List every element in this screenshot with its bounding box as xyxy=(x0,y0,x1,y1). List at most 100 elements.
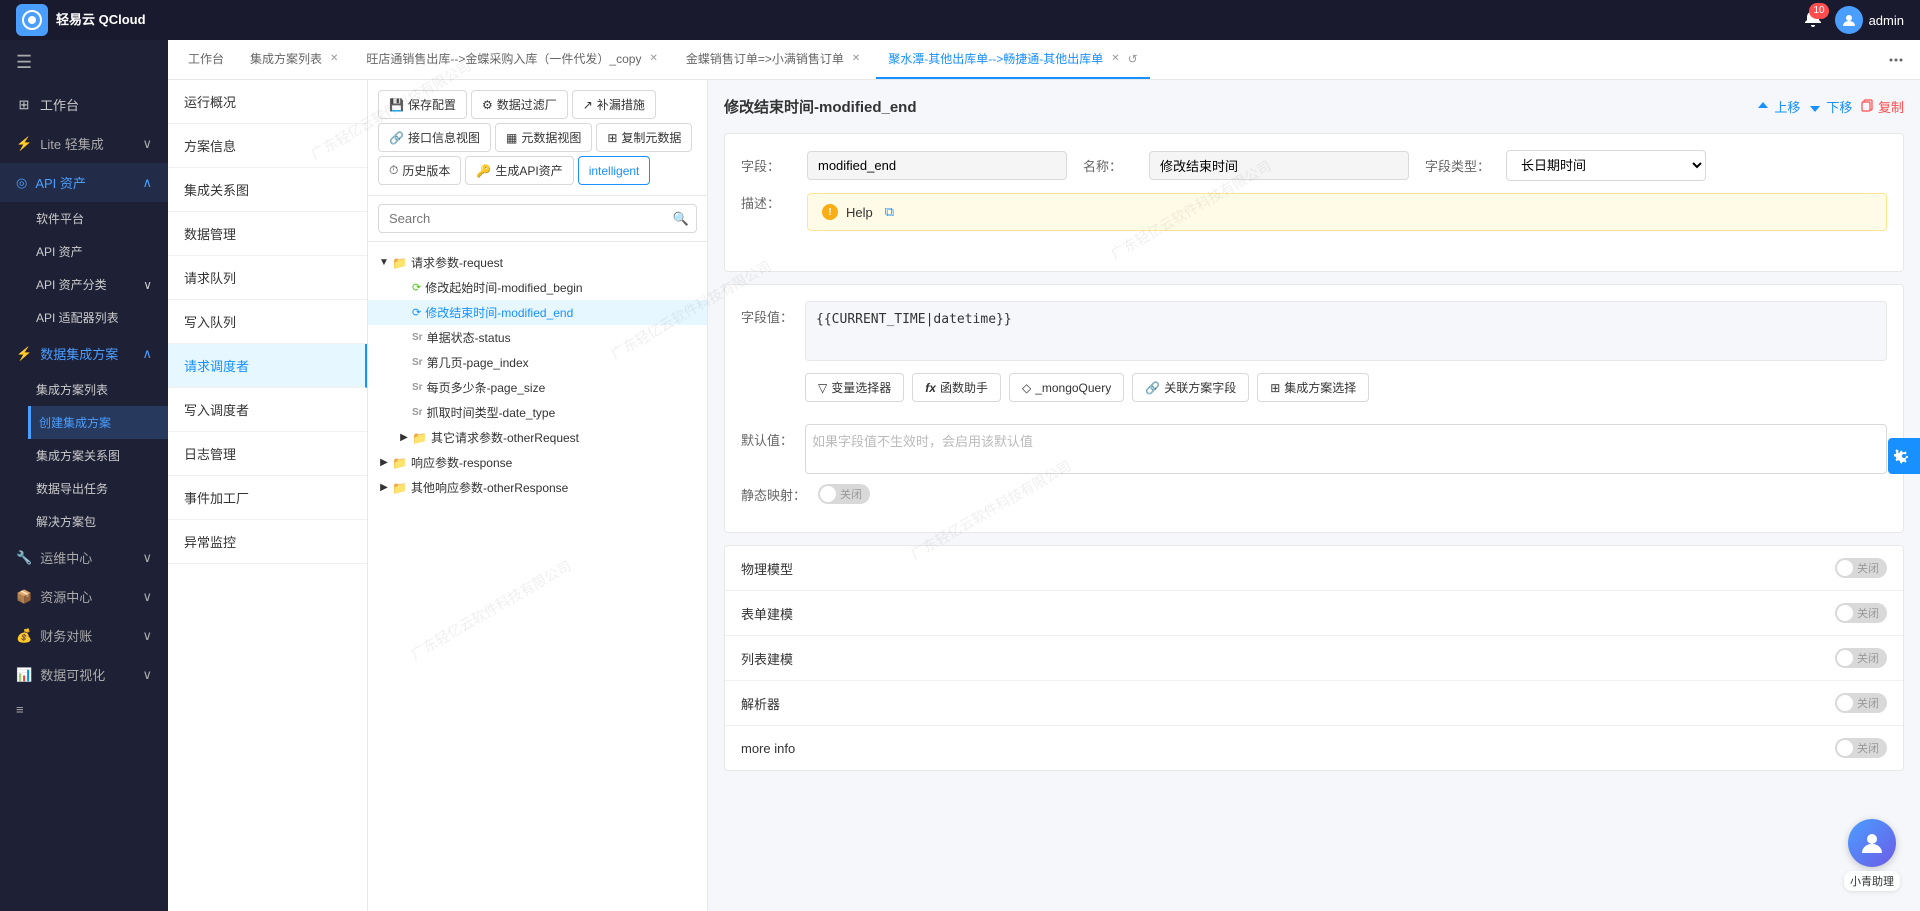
search-input[interactable] xyxy=(378,204,697,233)
copy-meta-button[interactable]: ⊞ 复制元数据 xyxy=(596,123,692,152)
physical-model-switch[interactable]: 关闭 xyxy=(1835,558,1887,578)
history-button[interactable]: ⏱ 历史版本 xyxy=(378,156,461,185)
physical-model-toggle[interactable]: 关闭 xyxy=(1835,558,1887,578)
data-filter-button[interactable]: ⚙ 数据过滤厂 xyxy=(471,90,568,119)
list-build-switch[interactable]: 关闭 xyxy=(1835,648,1887,668)
supplement-button[interactable]: ↗ 补漏措施 xyxy=(572,90,656,119)
sidebar-item-create-integration[interactable]: 创建集成方案 xyxy=(28,406,168,439)
tree-toggle-oreq[interactable]: ▶ xyxy=(396,432,412,443)
more-info-switch[interactable]: 关闭 xyxy=(1835,738,1887,758)
list-build-row[interactable]: 列表建模 关闭 xyxy=(725,636,1903,681)
left-nav-run-overview[interactable]: 运行概况 xyxy=(168,80,367,124)
var-selector-button[interactable]: ▽ 变量选择器 xyxy=(805,373,904,402)
sidebar-item-solution-package[interactable]: 解决方案包 xyxy=(28,505,168,538)
tab-more-button[interactable] xyxy=(1880,40,1912,79)
help-link-icon[interactable]: ⧉ xyxy=(885,204,894,220)
left-nav-integration-graph[interactable]: 集成关系图 xyxy=(168,168,367,212)
left-nav-event-factory[interactable]: 事件加工厂 xyxy=(168,476,367,520)
physical-model-row[interactable]: 物理模型 关闭 xyxy=(725,546,1903,591)
sidebar-item-resource-center[interactable]: 📦 资源中心 ∨ xyxy=(0,577,168,616)
gen-api-button[interactable]: 🔑 生成API资产 xyxy=(465,156,573,185)
field-input[interactable] xyxy=(807,151,1067,180)
sidebar-item-finance[interactable]: 💰 财务对账 ∨ xyxy=(0,616,168,655)
tab-close-integration-list[interactable]: ✕ xyxy=(328,51,340,66)
interface-view-button[interactable]: 🔗 接口信息视图 xyxy=(378,123,491,152)
hamburger-menu[interactable]: ☰ xyxy=(0,40,168,85)
relate-field-button[interactable]: 🔗 关联方案字段 xyxy=(1132,373,1249,402)
sidebar-item-data-integration[interactable]: ⚡ 数据集成方案 ∧ xyxy=(0,334,168,373)
sidebar-bottom-menu[interactable]: ≡ xyxy=(0,694,168,725)
default-value-input[interactable]: 如果字段值不生效时，会启用该默认值 xyxy=(805,424,1887,474)
left-nav-write-queue[interactable]: 写入队列 xyxy=(168,300,367,344)
sidebar-item-data-viz[interactable]: 📊 数据可视化 ∨ xyxy=(0,655,168,694)
sidebar-item-lite[interactable]: ⚡ Lite 轻集成 ∨ xyxy=(0,124,168,163)
tab-jushui-changtong[interactable]: 聚水潭-其他出库单-->畅捷通-其他出库单 ✕ ↺ xyxy=(876,40,1149,79)
tree-node-request-params[interactable]: ▼ 📁 请求参数-request xyxy=(368,250,707,275)
meta-view-button[interactable]: ▦ 元数据视图 xyxy=(495,123,592,152)
tree-node-other-response[interactable]: ▶ 📁 其他响应参数-otherResponse xyxy=(368,475,707,500)
field-value-editor[interactable]: {{CURRENT_TIME|datetime}} xyxy=(805,301,1887,361)
tab-close-jindie[interactable]: ✕ xyxy=(850,51,862,66)
sidebar-item-workspace[interactable]: ⊞ 工作台 xyxy=(0,85,168,124)
tree-node-page-index[interactable]: Sr 第几页-page_index xyxy=(368,350,707,375)
name-input[interactable] xyxy=(1149,151,1409,180)
tree-node-date-type[interactable]: Sr 抓取时间类型-date_type xyxy=(368,400,707,425)
form-build-switch[interactable]: 关闭 xyxy=(1835,603,1887,623)
user-area[interactable]: admin xyxy=(1835,6,1904,34)
left-nav-plan-info[interactable]: 方案信息 xyxy=(168,124,367,168)
more-info-toggle[interactable]: 关闭 xyxy=(1835,738,1887,758)
small-qing-assistant[interactable]: 小青助理 xyxy=(1844,819,1900,891)
tree-toggle-oresp[interactable]: ▶ xyxy=(376,482,392,493)
sidebar-item-api-assets-sub[interactable]: API 资产 xyxy=(28,235,168,268)
tab-workspace[interactable]: 工作台 xyxy=(176,40,236,79)
tab-jindie-xiaoman[interactable]: 金蝶销售订单=>小满销售订单 ✕ xyxy=(674,40,874,79)
sidebar-item-integration-relations[interactable]: 集成方案关系图 xyxy=(28,439,168,472)
tree-toggle-request[interactable]: ▼ xyxy=(376,257,392,268)
tree-node-status[interactable]: Sr 单据状态-status xyxy=(368,325,707,350)
static-mapping-toggle[interactable]: 关闭 xyxy=(818,484,870,504)
left-nav-write-dispatcher[interactable]: 写入调度者 xyxy=(168,388,367,432)
down-move-button[interactable]: 下移 xyxy=(1808,97,1852,116)
tab-close-jushui[interactable]: ✕ xyxy=(1109,51,1121,66)
more-info-row[interactable]: more info 关闭 xyxy=(725,726,1903,770)
left-nav-exception-monitor[interactable]: 异常监控 xyxy=(168,520,367,564)
tab-refresh-icon[interactable]: ↺ xyxy=(1128,52,1138,66)
left-nav-data-management[interactable]: 数据管理 xyxy=(168,212,367,256)
sidebar-item-api-adapter[interactable]: API 适配器列表 xyxy=(28,301,168,334)
sidebar-item-data-export[interactable]: 数据导出任务 xyxy=(28,472,168,505)
mongo-query-button[interactable]: ◇ _mongoQuery xyxy=(1009,373,1124,402)
list-build-toggle[interactable]: 关闭 xyxy=(1835,648,1887,668)
parser-toggle[interactable]: 关闭 xyxy=(1835,693,1887,713)
sidebar-item-software-platform[interactable]: 软件平台 xyxy=(28,202,168,235)
tree-node-modified-end[interactable]: ⟳ 修改结束时间-modified_end xyxy=(368,300,707,325)
tab-wangdian-copy[interactable]: 旺店通销售出库-->金蝶采购入库（一件代发）_copy ✕ xyxy=(354,40,671,79)
integration-select-button[interactable]: ⊞ 集成方案选择 xyxy=(1257,373,1369,402)
left-nav-request-queue[interactable]: 请求队列 xyxy=(168,256,367,300)
tree-node-other-request[interactable]: ▶ 📁 其它请求参数-otherRequest xyxy=(368,425,707,450)
left-nav-log-management[interactable]: 日志管理 xyxy=(168,432,367,476)
type-select[interactable]: 长日期时间 字符串 整数 日期 xyxy=(1506,150,1706,181)
tab-close-wangdian[interactable]: ✕ xyxy=(647,51,659,66)
intelligent-button[interactable]: intelligent xyxy=(578,156,651,185)
form-build-row[interactable]: 表单建模 关闭 xyxy=(725,591,1903,636)
sidebar-item-api-assets[interactable]: ◎ API 资产 ∧ xyxy=(0,163,168,202)
tree-node-modified-begin[interactable]: ⟳ 修改起始时间-modified_begin xyxy=(368,275,707,300)
left-nav-request-dispatcher[interactable]: 请求调度者 xyxy=(168,344,367,388)
sidebar-item-api-category[interactable]: API 资产分类 ∨ xyxy=(28,268,168,301)
up-move-button[interactable]: 上移 xyxy=(1756,97,1800,116)
tab-integration-list[interactable]: 集成方案列表 ✕ xyxy=(238,40,352,79)
func-helper-button[interactable]: fx 函数助手 xyxy=(912,373,1001,402)
save-config-button[interactable]: 💾 保存配置 xyxy=(378,90,467,119)
sidebar-item-ops-center[interactable]: 🔧 运维中心 ∨ xyxy=(0,538,168,577)
notification-button[interactable]: 10 xyxy=(1803,9,1823,32)
tree-node-response[interactable]: ▶ 📁 响应参数-response xyxy=(368,450,707,475)
copy-action-button[interactable]: 复制 xyxy=(1860,97,1904,116)
tree-toggle-resp[interactable]: ▶ xyxy=(376,457,392,468)
parser-row[interactable]: 解析器 关闭 xyxy=(725,681,1903,726)
form-build-toggle[interactable]: 关闭 xyxy=(1835,603,1887,623)
settings-fab-button[interactable] xyxy=(1888,438,1920,474)
tree-node-page-size[interactable]: Sr 每页多少条-page_size xyxy=(368,375,707,400)
sidebar-item-integration-list[interactable]: 集成方案列表 xyxy=(28,373,168,406)
search-icon[interactable]: 🔍 xyxy=(673,211,689,227)
parser-switch[interactable]: 关闭 xyxy=(1835,693,1887,713)
